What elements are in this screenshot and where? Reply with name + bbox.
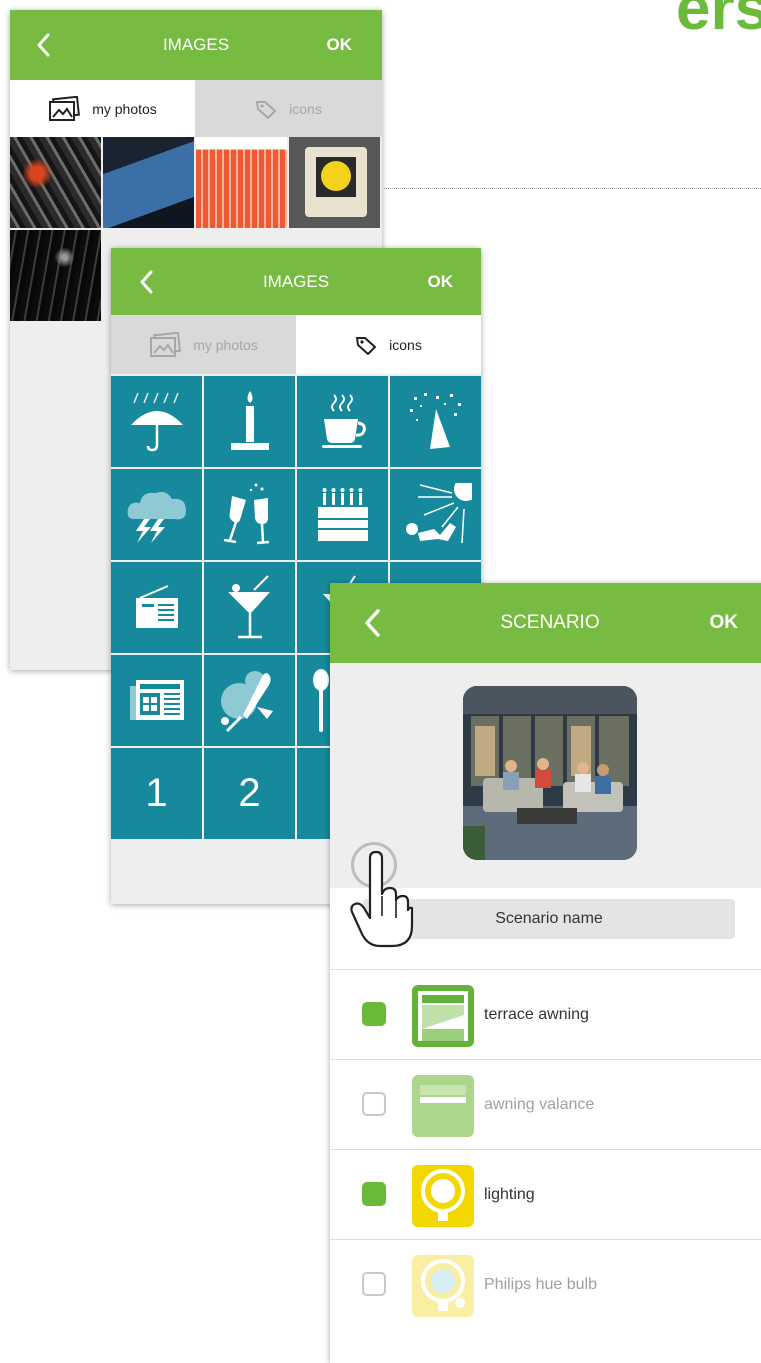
checkbox[interactable] [362, 1182, 386, 1206]
item-label: awning valance [484, 1095, 595, 1113]
photo-thumbnail[interactable] [10, 230, 101, 321]
scenario-image[interactable] [463, 686, 637, 860]
list-item-philips-hue-bulb[interactable]: Philips hue bulb [330, 1239, 761, 1329]
birthday-cake-icon[interactable] [297, 469, 388, 560]
coffee-cup-icon[interactable] [297, 376, 388, 467]
tab-my-photos[interactable]: my photos [111, 315, 296, 374]
item-label: Philips hue bulb [484, 1275, 597, 1293]
tab-label: icons [289, 100, 322, 117]
device-list: terrace awning awning valance lighting P… [330, 969, 761, 1329]
smiley-icon [321, 161, 351, 191]
candle-icon[interactable] [204, 376, 295, 467]
tab-bar: my photos icons [10, 80, 382, 137]
badminton-icon[interactable] [204, 655, 295, 746]
screen-title: SCENARIO [500, 612, 600, 633]
photo-thumbnail[interactable] [289, 137, 380, 228]
tab-bar: my photos icons [111, 315, 481, 374]
radio-icon[interactable] [111, 562, 202, 653]
tab-label: my photos [92, 100, 157, 117]
party-hat-confetti-icon[interactable] [390, 376, 481, 467]
scenario-name-input[interactable]: Scenario name [363, 899, 735, 939]
divider [384, 188, 761, 189]
hue-bulb-icon [412, 1255, 474, 1317]
awning-valance-icon [412, 1075, 474, 1137]
list-item-terrace-awning[interactable]: terrace awning [330, 969, 761, 1059]
top-bar: IMAGES OK [111, 248, 481, 315]
list-item-awning-valance[interactable]: awning valance [330, 1059, 761, 1149]
tab-my-photos[interactable]: my photos [10, 80, 195, 137]
tab-label: icons [389, 336, 422, 353]
checkbox[interactable] [362, 1272, 386, 1296]
cocktail-glass-icon[interactable] [204, 562, 295, 653]
brand-text-fragment: ers [676, 0, 761, 43]
number-tile-1[interactable]: 1 [111, 748, 202, 839]
light-bulb-icon [412, 1165, 474, 1227]
hand-pointer-icon [350, 850, 414, 948]
tab-icons[interactable]: icons [195, 80, 382, 137]
tag-icon [356, 336, 377, 355]
item-label: terrace awning [484, 1005, 589, 1023]
umbrella-rain-icon[interactable] [111, 376, 202, 467]
champagne-glasses-icon[interactable] [204, 469, 295, 560]
scenario-name-text: Scenario name [495, 910, 603, 927]
item-label: lighting [484, 1185, 535, 1203]
top-bar: IMAGES OK [10, 10, 382, 80]
tab-icons[interactable]: icons [296, 315, 481, 374]
photo-thumbnail[interactable] [196, 137, 287, 228]
scenario-screen: SCENARIO OK Scenario name terrace awning… [330, 583, 761, 1363]
checkbox[interactable] [362, 1092, 386, 1116]
list-item-lighting[interactable]: lighting [330, 1149, 761, 1239]
newspaper-icon[interactable] [111, 655, 202, 746]
ok-button[interactable]: OK [327, 10, 353, 80]
photo-icon [49, 95, 81, 121]
awning-icon [412, 985, 474, 1047]
sunbathing-icon[interactable] [390, 469, 481, 560]
storm-cloud-icon[interactable] [111, 469, 202, 560]
ok-button[interactable]: OK [710, 583, 739, 663]
photo-thumbnail[interactable] [103, 137, 194, 228]
photo-icon [150, 331, 182, 357]
screen-title: IMAGES [262, 271, 330, 291]
tag-icon [256, 100, 277, 119]
tab-label: my photos [193, 336, 258, 353]
photo-thumbnail[interactable] [10, 137, 101, 228]
checkbox[interactable] [362, 1002, 386, 1026]
ok-button[interactable]: OK [428, 248, 454, 315]
number-tile-2[interactable]: 2 [204, 748, 295, 839]
top-bar: SCENARIO OK [330, 583, 761, 663]
